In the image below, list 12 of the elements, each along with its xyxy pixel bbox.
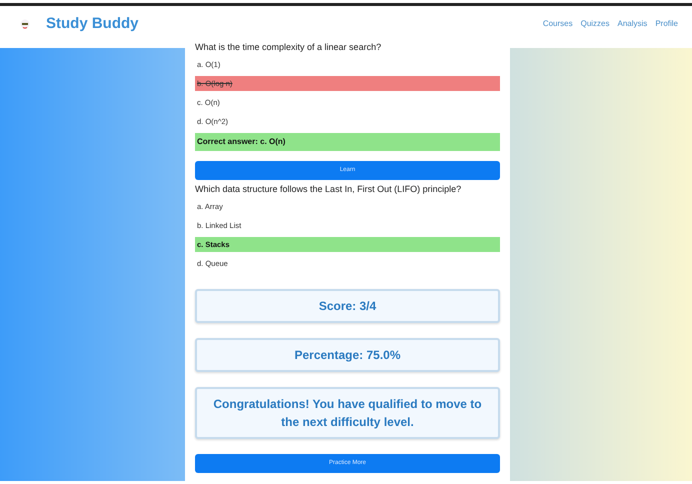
question-text: What is the time complexity of a linear search? <box>195 42 382 53</box>
nav-link[interactable]: Quizzes <box>580 18 610 30</box>
result-box: Score: 3/4 <box>195 289 500 323</box>
question-text: Which data structure follows the Last In, First Out (LIFO) principle? <box>195 184 462 195</box>
logo-icon <box>20 19 30 29</box>
result-box: Congratulations! You have qualified to move to the next difficulty level. <box>195 387 500 439</box>
result-box: Percentage: 75.0% <box>195 338 500 372</box>
nav-link[interactable]: Courses <box>542 18 573 30</box>
nav-link[interactable]: Analysis <box>618 18 648 30</box>
brand-name[interactable]: Study Buddy <box>46 12 138 36</box>
nav-link[interactable]: Profile <box>655 18 678 30</box>
correct-answer-banner: Correct answer: c. O(n) <box>195 133 500 151</box>
